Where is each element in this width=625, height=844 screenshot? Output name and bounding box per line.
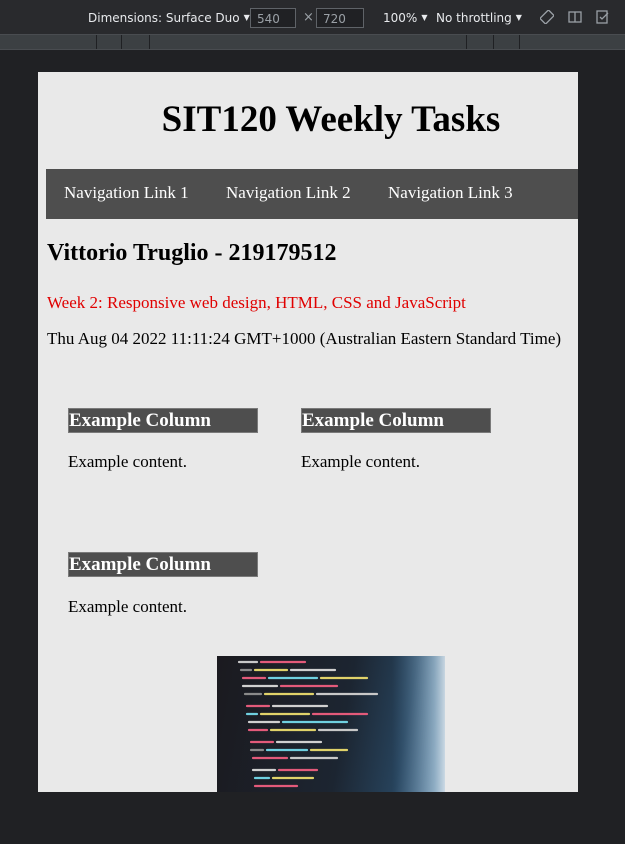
column-content: Example content. <box>68 597 187 616</box>
width-input[interactable]: 540 <box>250 8 296 28</box>
author-heading: Vittorio Truglio - 219179512 <box>47 240 337 266</box>
throttling-label: No throttling <box>436 11 512 25</box>
navigation-bar: Navigation Link 1 Navigation Link 2 Navi… <box>46 169 578 219</box>
height-input[interactable]: 720 <box>316 8 364 28</box>
chevron-down-icon: ▼ <box>515 13 522 22</box>
zoom-label: 100% <box>383 11 418 25</box>
column-heading: Example Column <box>301 408 491 433</box>
code-lines-graphic <box>237 656 445 792</box>
nav-link-3[interactable]: Navigation Link 3 <box>388 183 513 203</box>
column-content: Example content. <box>68 452 187 471</box>
throttling-select[interactable]: No throttling ▼ <box>436 11 522 25</box>
zoom-select[interactable]: 100% ▼ <box>383 11 427 25</box>
media-query-ruler <box>0 34 625 50</box>
nav-link-1[interactable]: Navigation Link 1 <box>64 183 189 203</box>
devtools-device-toolbar: Dimensions: Surface Duo ▼ 540 × 720 100% ▼… <box>0 0 625 34</box>
column-heading: Example Column <box>68 552 258 577</box>
week-subtitle: Week 2: Responsive web design, HTML, CSS… <box>47 293 466 312</box>
device-viewport: SIT120 Weekly Tasks Navigation Link 1 Na… <box>38 72 578 792</box>
chevron-down-icon: ▼ <box>243 13 250 22</box>
current-date: Thu Aug 04 2022 11:11:24 GMT+1000 (Austr… <box>47 329 562 348</box>
times-icon: × <box>303 10 314 25</box>
page-title: SIT120 Weekly Tasks <box>161 99 501 140</box>
monitor-glow <box>392 656 445 792</box>
device-select[interactable]: Dimensions: Surface Duo ▼ <box>88 11 250 25</box>
dual-screen-icon[interactable] <box>568 10 582 24</box>
chevron-down-icon: ▼ <box>421 13 428 22</box>
code-screenshot-image <box>217 656 445 792</box>
device-posture-icon[interactable] <box>596 10 610 24</box>
device-select-label: Dimensions: Surface Duo <box>88 11 240 25</box>
column-content: Example content. <box>301 452 420 471</box>
rotate-icon[interactable] <box>540 10 554 24</box>
nav-link-2[interactable]: Navigation Link 2 <box>226 183 351 203</box>
column-heading: Example Column <box>68 408 258 433</box>
